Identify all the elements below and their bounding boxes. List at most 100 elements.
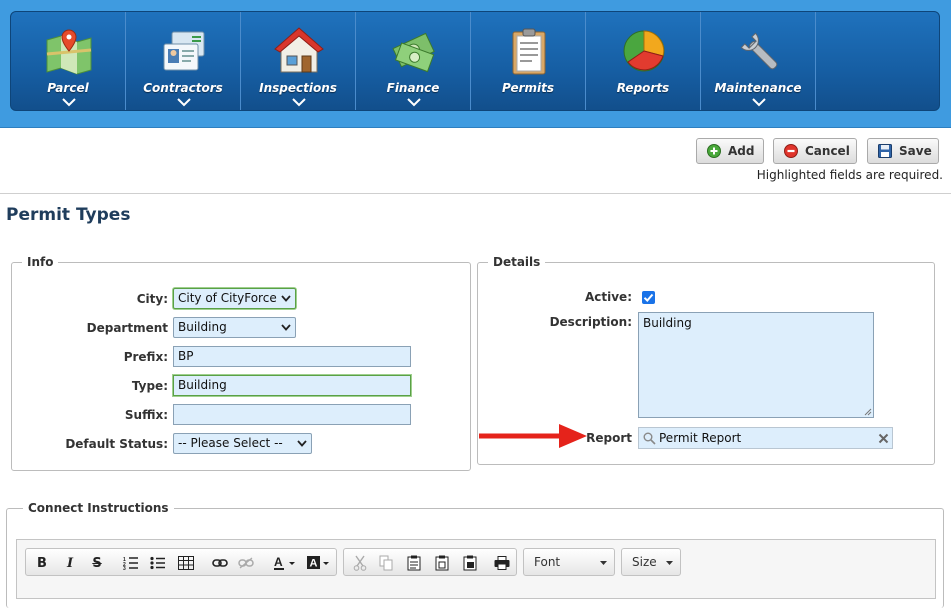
print-icon[interactable] — [492, 553, 512, 573]
rich-text-editor: B I S 1 2 3 A A Font Size — [16, 539, 936, 599]
chevron-down-icon — [600, 561, 607, 565]
nav-label-finance: Finance — [386, 81, 440, 95]
paste-word-icon[interactable] — [460, 553, 480, 573]
nav-item-permits[interactable]: Permits — [471, 12, 586, 110]
nav-item-inspections[interactable]: Inspections — [241, 12, 356, 110]
city-select[interactable]: City of CityForce — [173, 288, 296, 309]
nav-label-maintenance: Maintenance — [714, 81, 802, 95]
font-dropdown[interactable]: Font — [523, 548, 615, 576]
nav-item-maintenance[interactable]: Maintenance — [701, 12, 816, 110]
type-input[interactable]: Building — [173, 375, 411, 396]
copy-icon — [379, 555, 393, 571]
divider — [0, 193, 951, 194]
chevron-down-icon — [281, 324, 291, 331]
department-select[interactable]: Building — [173, 317, 296, 338]
bullet-list-icon — [150, 556, 165, 570]
money-icon — [392, 32, 435, 73]
info-legend: Info — [22, 255, 59, 269]
cancel-button-label: Cancel — [805, 144, 850, 158]
nav-label-reports: Reports — [616, 81, 670, 95]
clear-x-icon[interactable] — [878, 433, 889, 444]
chevron-down-icon — [666, 561, 673, 565]
checkmark-icon — [643, 293, 654, 302]
size-dropdown-label: Size — [632, 555, 657, 569]
nav-item-finance[interactable]: Finance — [356, 12, 471, 110]
default-status-label: Default Status: — [65, 437, 168, 451]
editor-toolbar-group: B I S 1 2 3 A A — [25, 548, 337, 576]
department-label: Department — [86, 321, 168, 335]
city-select-value: City of CityForce — [178, 291, 277, 305]
save-button-label: Save — [899, 144, 932, 158]
description-label: Description: — [549, 315, 632, 329]
bold-icon[interactable]: B — [32, 553, 52, 573]
table-icon — [178, 556, 194, 570]
header-bar: Parcel Contractors Inspections Finance P… — [0, 0, 951, 128]
page-title: Permit Types — [6, 205, 131, 225]
copy-icon[interactable] — [376, 553, 396, 573]
cut-icon — [353, 555, 367, 571]
wrench-icon — [740, 32, 778, 70]
nav-item-parcel[interactable]: Parcel — [11, 12, 126, 110]
default-status-select[interactable]: -- Please Select -- — [173, 433, 312, 454]
unlink-icon[interactable] — [236, 553, 256, 573]
font-dropdown-label: Font — [534, 555, 561, 569]
bullet-list-icon[interactable] — [148, 553, 168, 573]
department-select-value: Building — [178, 320, 227, 334]
background-color-icon[interactable]: A — [306, 553, 334, 573]
active-checkbox[interactable] — [642, 291, 655, 304]
text-color-icon[interactable]: A — [272, 553, 300, 573]
report-lookup-input[interactable]: Permit Report — [638, 427, 893, 449]
svg-text:A: A — [274, 555, 283, 569]
paste-icon[interactable] — [404, 553, 424, 573]
chevron-down-icon — [177, 98, 191, 107]
pie-chart-icon — [623, 30, 665, 72]
paste-text-icon — [435, 555, 449, 571]
print-icon — [494, 556, 510, 570]
main-nav: Parcel Contractors Inspections Finance P… — [10, 11, 940, 111]
cancel-button[interactable]: Cancel — [773, 138, 857, 164]
editor-clipboard-group — [343, 548, 517, 576]
type-label: Type: — [131, 379, 168, 393]
clipboard-icon — [512, 28, 546, 75]
chevron-down-icon — [297, 440, 307, 447]
cut-icon[interactable] — [350, 553, 370, 573]
plus-circle-icon — [707, 144, 721, 158]
add-button[interactable]: Add — [696, 138, 764, 164]
background-color-icon: A — [307, 556, 329, 570]
table-icon[interactable] — [176, 553, 196, 573]
nav-item-contractors[interactable]: Contractors — [126, 12, 241, 110]
ordered-list-icon: 1 2 3 — [123, 557, 138, 570]
nav-item-reports[interactable]: Reports — [586, 12, 701, 110]
svg-text:3: 3 — [123, 566, 126, 570]
italic-icon[interactable]: I — [60, 553, 80, 573]
link-icon[interactable] — [210, 553, 230, 573]
save-button[interactable]: Save — [867, 138, 939, 164]
city-label: City: — [136, 292, 168, 306]
ordered-list-icon[interactable]: 1 2 3 — [121, 553, 141, 573]
nav-label-permits: Permits — [501, 81, 555, 95]
chevron-down-icon — [62, 98, 76, 107]
resize-handle-icon[interactable] — [864, 408, 872, 416]
chevron-down-icon — [292, 98, 306, 107]
unlink-icon — [238, 557, 254, 569]
description-textarea[interactable]: Building — [638, 312, 874, 418]
connect-instructions-legend: Connect Instructions — [23, 501, 174, 515]
nav-label-inspections: Inspections — [259, 81, 337, 95]
paste-text-icon[interactable] — [432, 553, 452, 573]
size-dropdown[interactable]: Size — [621, 548, 681, 576]
minus-circle-icon — [784, 144, 798, 158]
red-arrow-annotation — [479, 424, 587, 448]
details-legend: Details — [488, 255, 546, 269]
description-value: Building — [643, 316, 692, 330]
text-color-icon: A — [274, 555, 295, 570]
suffix-input[interactable] — [173, 404, 411, 425]
suffix-label: Suffix: — [124, 408, 168, 422]
active-label: Active: — [584, 290, 632, 304]
report-value: Permit Report — [659, 431, 742, 445]
strikethrough-icon[interactable]: S — [87, 553, 107, 573]
search-icon — [643, 432, 656, 445]
prefix-input[interactable]: BP — [173, 346, 411, 367]
chevron-down-icon — [752, 98, 766, 107]
nav-label-parcel: Parcel — [47, 81, 89, 95]
prefix-label: Prefix: — [123, 350, 168, 364]
